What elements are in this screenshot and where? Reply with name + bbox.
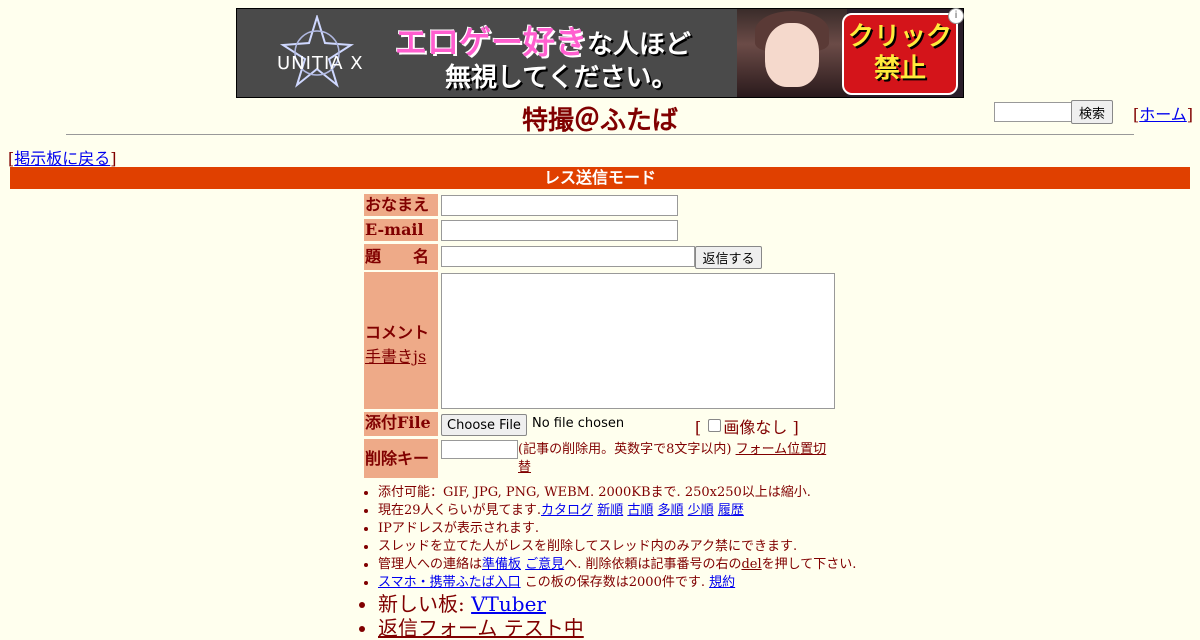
ad-info-icon[interactable]: i xyxy=(948,8,964,24)
note-text: 管理人への連絡は xyxy=(378,557,483,572)
ad-headline-white: な人ほど xyxy=(587,30,692,60)
back-to-board-wrapper: [掲示板に戻る] xyxy=(8,145,117,169)
bracket-close: ] xyxy=(792,418,799,437)
comment-textarea[interactable] xyxy=(441,273,835,409)
delete-key-note-wrapper: (記事の削除用。英数字で8文字以内) フォーム位置切替 xyxy=(518,441,838,477)
email-input[interactable] xyxy=(441,220,678,241)
list-item: 新しい板: VTuber xyxy=(378,592,878,616)
file-label: 添付File xyxy=(364,412,438,436)
list-item: スマホ・携帯ふたば入口 この板の保存数は2000件です. 規約 xyxy=(378,574,878,592)
reply-mode-bar: レス送信モード xyxy=(10,167,1190,189)
file-status-text: No file chosen xyxy=(532,416,625,431)
rules-link[interactable]: 規約 xyxy=(709,575,735,590)
name-input[interactable] xyxy=(441,195,678,216)
sort-old-link[interactable]: 古順 xyxy=(627,503,653,518)
delete-key-label: 削除キー xyxy=(364,439,438,478)
feedback-link[interactable]: ご意見 xyxy=(525,557,564,572)
mobile-entry-link[interactable]: スマホ・携帯ふたば入口 xyxy=(378,575,521,590)
ad-headline-2: 無視してください。 xyxy=(445,63,678,93)
comment-label: コメント xyxy=(365,323,430,342)
reply-submit-button[interactable]: 返信する xyxy=(695,246,762,269)
board-notes: 添付可能：GIF, JPG, PNG, WEBM. 2000KBまで. 250x… xyxy=(378,484,878,640)
list-item: スレッドを立てた人がレスを削除してスレッド内のみアク禁にできます. xyxy=(378,538,878,556)
bracket-open: [ xyxy=(695,418,702,437)
subject-input[interactable] xyxy=(441,246,695,267)
list-item: 返信フォーム テスト中 xyxy=(378,616,878,640)
header-divider xyxy=(66,134,1134,135)
ad-banner[interactable]: UNITIA X エロゲー好きな人ほど 無視してください。 クリック 禁止 xyxy=(236,8,964,98)
vtuber-board-link[interactable]: VTuber xyxy=(471,592,546,616)
ad-cta-line1: クリック xyxy=(847,22,952,52)
choose-file-button[interactable]: Choose File xyxy=(441,414,527,436)
prep-board-link[interactable]: 準備板 xyxy=(482,557,521,572)
list-item: 管理人への連絡は準備板 ご意見へ. 削除依頼は記事番号の右のdelを押して下さい… xyxy=(378,556,878,574)
catalog-link[interactable]: カタログ xyxy=(541,503,593,518)
note-text: へ. 削除依頼は記事番号の右の xyxy=(564,557,742,572)
list-item: IPアドレスが表示されます. xyxy=(378,520,878,538)
note-text: この板の保存数は2000件です. xyxy=(520,575,710,590)
subject-label: 題 名 xyxy=(364,244,438,270)
ad-logo-text: UNITIA X xyxy=(277,53,364,74)
sort-least-link[interactable]: 少順 xyxy=(688,503,714,518)
ad-cta-button[interactable]: クリック 禁止 xyxy=(842,13,958,95)
board-title: 特撮＠ふたば xyxy=(521,106,678,136)
list-item: 現在29人くらいが見てます.カタログ 新順 古順 多順 少順 履歴 xyxy=(378,502,878,520)
handwrite-link[interactable]: 手書きjs xyxy=(365,347,426,366)
viewer-count: 現在29人くらいが見てます. xyxy=(378,503,542,518)
note-text: 新しい板: xyxy=(378,592,472,616)
no-image-label: 画像なし xyxy=(723,418,788,437)
note-text: を押して下さい. xyxy=(761,557,857,572)
comment-label-cell: コメント 手書きjs xyxy=(364,272,438,409)
ad-character-illustration xyxy=(737,9,847,97)
back-to-board-link[interactable]: 掲示板に戻る xyxy=(14,149,110,168)
delete-key-input[interactable] xyxy=(441,440,518,459)
bracket-close: ] xyxy=(110,149,117,168)
sort-new-link[interactable]: 新順 xyxy=(597,503,623,518)
sort-most-link[interactable]: 多順 xyxy=(658,503,684,518)
name-label: おなまえ xyxy=(364,194,438,216)
list-item: 添付可能：GIF, JPG, PNG, WEBM. 2000KBまで. 250x… xyxy=(378,484,878,502)
no-image-option: [ 画像なし ] xyxy=(695,414,799,438)
ad-cta-line2: 禁止 xyxy=(873,54,926,84)
no-image-checkbox[interactable] xyxy=(708,419,722,432)
reply-form-test-link[interactable]: 返信フォーム テスト中 xyxy=(378,616,584,640)
ad-headline-pink: エロゲー好き xyxy=(395,23,588,61)
email-label: E-mail xyxy=(364,219,438,241)
del-link[interactable]: del xyxy=(741,557,761,572)
history-link[interactable]: 履歴 xyxy=(718,503,744,518)
delete-key-note: (記事の削除用。英数字で8文字以内) xyxy=(518,442,732,457)
